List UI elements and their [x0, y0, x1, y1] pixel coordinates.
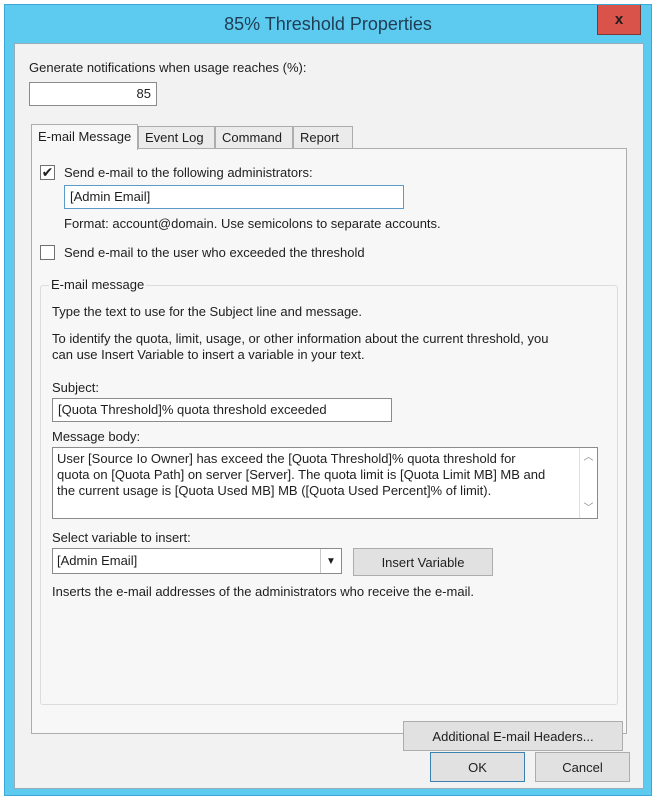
message-body-label: Message body: — [52, 429, 141, 444]
threshold-label: Generate notifications when usage reache… — [29, 60, 307, 75]
scroll-down-icon[interactable]: ﹀ — [580, 500, 597, 517]
insert-variable-button[interactable]: Insert Variable — [353, 548, 493, 576]
variable-description: Inserts the e-mail addresses of the admi… — [52, 584, 474, 599]
intro-text: Type the text to use for the Subject lin… — [52, 304, 363, 319]
tab-email-message[interactable]: E-mail Message — [31, 124, 138, 150]
checkmark-icon: ✔ — [41, 164, 54, 180]
dialog-window: 85% Threshold Properties x Generate noti… — [4, 4, 652, 796]
send-admins-label: Send e-mail to the following administrat… — [64, 165, 313, 180]
format-hint: Format: account@domain. Use semicolons t… — [64, 216, 441, 231]
tab-report[interactable]: Report — [293, 126, 353, 149]
body-scrollbar[interactable]: ︿ ﹀ — [579, 448, 597, 518]
variable-selected-value: [Admin Email] — [57, 553, 138, 568]
close-button[interactable]: x — [597, 5, 641, 35]
subject-label: Subject: — [52, 380, 99, 395]
send-user-label: Send e-mail to the user who exceeded the… — [64, 245, 365, 260]
body-line-1: User [Source Io Owner] has exceed the [Q… — [57, 451, 516, 466]
threshold-percent-input[interactable]: 85 — [29, 82, 157, 106]
cancel-button[interactable]: Cancel — [535, 752, 630, 782]
send-user-checkbox[interactable] — [40, 245, 55, 260]
help-text-line-2: can use Insert Variable to insert a vari… — [52, 347, 365, 362]
additional-email-headers-button[interactable]: Additional E-mail Headers... — [403, 721, 623, 751]
admin-email-input[interactable]: [Admin Email] — [64, 185, 404, 209]
send-admins-checkbox[interactable]: ✔ — [40, 165, 55, 180]
email-message-panel: ✔ Send e-mail to the following administr… — [31, 148, 627, 751]
message-body-textarea[interactable]: User [Source Io Owner] has exceed the [Q… — [52, 447, 598, 519]
tab-command[interactable]: Command — [215, 126, 293, 149]
scroll-up-icon[interactable]: ︿ — [580, 449, 597, 466]
select-variable-label: Select variable to insert: — [52, 530, 191, 545]
body-line-2: quota on [Quota Path] on server [Server]… — [57, 467, 546, 482]
close-icon: x — [614, 11, 624, 28]
subject-input[interactable]: [Quota Threshold]% quota threshold excee… — [52, 398, 392, 422]
ok-button[interactable]: OK — [430, 752, 525, 782]
help-text-line-1: To identify the quota, limit, usage, or … — [52, 331, 549, 346]
variable-dropdown[interactable]: [Admin Email] ▼ — [52, 548, 342, 574]
window-title: 85% Threshold Properties — [224, 14, 432, 34]
chevron-down-icon[interactable]: ▼ — [320, 549, 341, 573]
dialog-client-area: Generate notifications when usage reache… — [14, 43, 644, 789]
title-bar[interactable]: 85% Threshold Properties x — [5, 5, 651, 45]
email-message-group: E-mail message Type the text to use for … — [40, 277, 618, 705]
body-line-3: the current usage is [Quota Used MB] MB … — [57, 483, 492, 498]
tab-event-log[interactable]: Event Log — [138, 126, 215, 149]
group-title: E-mail message — [49, 277, 147, 292]
